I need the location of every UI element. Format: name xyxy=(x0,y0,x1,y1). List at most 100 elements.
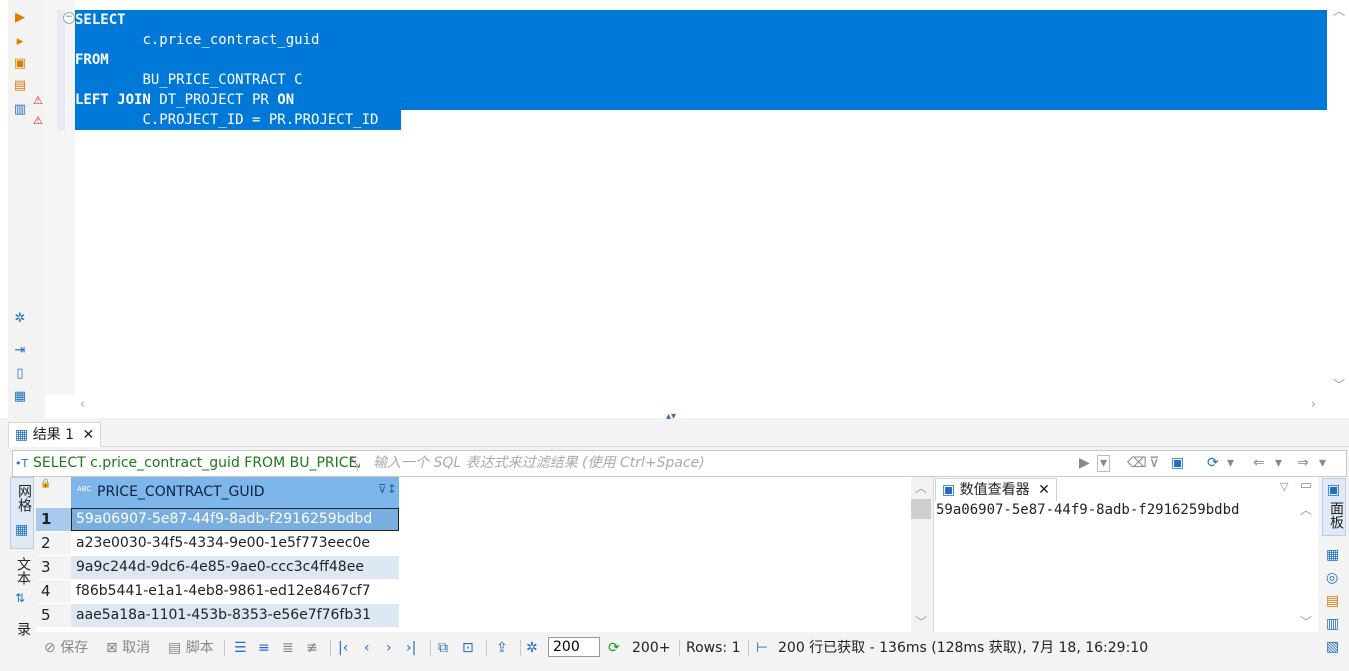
close-icon[interactable]: ✕ xyxy=(83,427,95,443)
clear-filter-icon[interactable]: ⌫ xyxy=(1127,451,1147,476)
chevron-down-icon[interactable]: ▾ xyxy=(1319,451,1326,476)
code-line[interactable]: SELECT xyxy=(75,10,1327,30)
fit-icon[interactable]: ⊡ xyxy=(462,634,474,662)
sql-token: DT_PROJECT PR xyxy=(150,92,278,108)
save-button[interactable]: ⊘ 保存 xyxy=(44,634,88,662)
toggle-view-icon[interactable]: ⧉ xyxy=(438,634,448,662)
maximize-icon[interactable]: ▭ xyxy=(1300,478,1312,493)
save-script-icon[interactable]: ▦ xyxy=(12,389,28,405)
fold-range-bar xyxy=(57,10,65,130)
row-number[interactable]: 3 xyxy=(36,556,71,579)
grid-vertical-scrollbar[interactable]: ︿ ﹀ xyxy=(911,477,931,632)
info-icon[interactable]: ◎ xyxy=(1326,570,1338,586)
forward-icon[interactable]: ⇒ xyxy=(1297,451,1309,476)
copy-row-icon[interactable]: ≣ xyxy=(282,634,294,662)
last-page-icon[interactable]: ›| xyxy=(406,634,416,662)
column-type-badge: ABC xyxy=(77,485,92,493)
code-line[interactable]: LEFT JOIN DT_PROJECT PR ON xyxy=(75,90,1327,110)
view-switcher: 网格 ▦ 文本 ⇅ 记录 xyxy=(8,477,36,636)
script-button[interactable]: ▤ 脚本 xyxy=(168,634,214,662)
table-cell[interactable]: a23e0030-34f5-4334-9e00-1e5f773eec0e xyxy=(71,532,399,555)
apply-filter-icon[interactable]: ▶ xyxy=(1079,451,1090,476)
fold-collapse-icon[interactable]: − xyxy=(63,12,75,24)
tab-record[interactable]: 记录 xyxy=(10,620,34,640)
cancel-button[interactable]: ⊠ 取消 xyxy=(106,634,150,662)
add-row-icon[interactable]: ≡ xyxy=(258,634,270,662)
scroll-up-icon[interactable]: ︿ xyxy=(915,479,927,496)
execute-new-tab-icon[interactable]: ▸ xyxy=(12,34,28,50)
code-line[interactable]: C.PROJECT_ID = PR.PROJECT_ID xyxy=(75,110,401,130)
table-cell[interactable]: 9a9c244d-9dc6-4e85-9ae0-ccc3c4ff48ee xyxy=(71,556,399,579)
row-number[interactable]: 5 xyxy=(36,604,71,627)
scroll-down-icon[interactable]: ﹀ xyxy=(915,613,927,630)
row-number[interactable]: 4 xyxy=(36,580,71,603)
result-tab-label: 结果 1 xyxy=(32,427,75,443)
code-area[interactable]: SELECT c.price_contract_guid FROM BU_PRIC… xyxy=(75,10,1327,400)
back-icon[interactable]: ⇐ xyxy=(1253,451,1265,476)
execute-script-icon[interactable]: ▣ xyxy=(12,56,28,72)
tab-value-viewer[interactable]: ▣ 数值查看器 ✕ xyxy=(935,478,1057,501)
row-number[interactable]: 2 xyxy=(36,532,71,555)
cancel-label: 取消 xyxy=(122,640,151,656)
filter-history-dropdown[interactable]: ▾ xyxy=(1097,455,1111,472)
sort-filter-icon[interactable]: ⊽↕ xyxy=(378,482,397,496)
chevron-down-icon[interactable]: ▾ xyxy=(1227,451,1234,476)
fetch-size-input[interactable] xyxy=(548,637,600,657)
metadata-icon[interactable]: ▥ xyxy=(1326,616,1339,632)
scroll-down-icon[interactable]: ﹀ xyxy=(1333,376,1345,393)
close-icon[interactable]: ✕ xyxy=(1038,482,1050,498)
first-page-icon[interactable]: |‹ xyxy=(338,634,348,662)
export-icon[interactable]: ⇪ xyxy=(496,634,508,662)
chevron-down-icon[interactable]: ▾ xyxy=(1275,451,1282,476)
value-viewer-text[interactable]: 59a06907-5e87-44f9-8adb-f2916259bdbd xyxy=(936,502,1296,518)
settings-icon[interactable]: ✲ xyxy=(12,311,28,327)
column-header[interactable]: ABC PRICE_CONTRACT_GUID ⊽↕ xyxy=(71,477,399,508)
editor-horizontal-scrollbar[interactable]: ‹ › xyxy=(75,395,1327,415)
sql-keyword: SELECT xyxy=(75,12,126,28)
scroll-thumb[interactable] xyxy=(911,499,931,519)
filter-icon[interactable]: ⊽ xyxy=(1149,451,1159,476)
grouping-icon[interactable]: ▧ xyxy=(1326,639,1339,655)
refresh-icon[interactable]: ⟳ xyxy=(1207,451,1219,476)
grid-icon[interactable]: ▦ xyxy=(1326,547,1339,563)
table-cell[interactable]: 59a06907-5e87-44f9-8adb-f2916259bdbd xyxy=(71,508,399,531)
prev-page-icon[interactable]: ‹ xyxy=(364,634,370,662)
fetch-next-icon[interactable]: ⟳ xyxy=(608,634,620,662)
execute-icon[interactable]: ▶ xyxy=(12,10,28,26)
text-icon: ⇅ xyxy=(15,591,26,605)
code-line[interactable]: BU_PRICE_CONTRACT C xyxy=(75,70,1327,90)
scroll-down-icon[interactable]: ﹀ xyxy=(1300,613,1312,630)
filter-bar: •T SELECT c.price_contract_guid FROM BU_… xyxy=(12,450,1347,477)
filter-input[interactable]: 输入一个 SQL 表达式来过滤结果 (使用 Ctrl+Space) xyxy=(373,451,705,476)
scroll-left-icon[interactable]: ‹ xyxy=(80,397,85,411)
execute-script-new-tab-icon[interactable]: ▤ xyxy=(12,78,28,94)
explain-plan-icon[interactable]: ▥ xyxy=(12,102,28,118)
fetch-all-button[interactable]: 200+ xyxy=(632,634,670,662)
tab-result-1[interactable]: ▦ 结果 1 ✕ xyxy=(8,422,102,447)
fetch-info: 200 行已获取 - 136ms (128ms 获取), 7月 18, 16:2… xyxy=(778,640,1149,656)
delete-row-icon[interactable]: ≢ xyxy=(306,634,318,662)
scroll-up-icon[interactable]: ︿ xyxy=(1300,501,1312,518)
next-page-icon[interactable]: › xyxy=(386,634,392,662)
scroll-up-icon[interactable]: ︿ xyxy=(1333,2,1345,19)
editor-vertical-scrollbar[interactable]: ︿ ﹀ xyxy=(1327,0,1349,395)
settings-icon[interactable]: ✲ xyxy=(526,634,538,662)
save-filter-icon[interactable]: ▣ xyxy=(1171,451,1184,476)
load-script-icon[interactable]: ▯ xyxy=(12,366,28,382)
edit-row-icon[interactable]: ☰ xyxy=(234,634,247,662)
code-line[interactable]: c.price_contract_guid xyxy=(75,30,1327,50)
tab-text[interactable]: 文本 ⇅ xyxy=(10,555,34,615)
tab-panels[interactable]: ▣ 面板 xyxy=(1322,478,1346,536)
expand-icon[interactable]: ⤡ xyxy=(349,451,360,476)
export-icon[interactable]: ⇥ xyxy=(12,343,28,359)
view-menu-icon[interactable]: ▽ xyxy=(1280,480,1288,493)
tab-grid[interactable]: 网格 ▦ xyxy=(10,477,34,549)
table-cell[interactable]: f86b5441-e1a1-4eb8-9861-ed12e8467cf7 xyxy=(71,580,399,603)
table-cell[interactable]: aae5a18a-1101-453b-8353-e56e7f76fb31 xyxy=(71,604,399,627)
results-grid[interactable]: 🔒 ABC PRICE_CONTRACT_GUID ⊽↕ 1 59a06907-5… xyxy=(36,477,911,632)
scroll-right-icon[interactable]: › xyxy=(1311,397,1316,411)
row-number[interactable]: 1 xyxy=(36,508,71,531)
code-line[interactable]: FROM xyxy=(75,50,1327,70)
calc-icon[interactable]: ▤ xyxy=(1326,593,1339,609)
sql-icon: •T xyxy=(15,457,29,470)
